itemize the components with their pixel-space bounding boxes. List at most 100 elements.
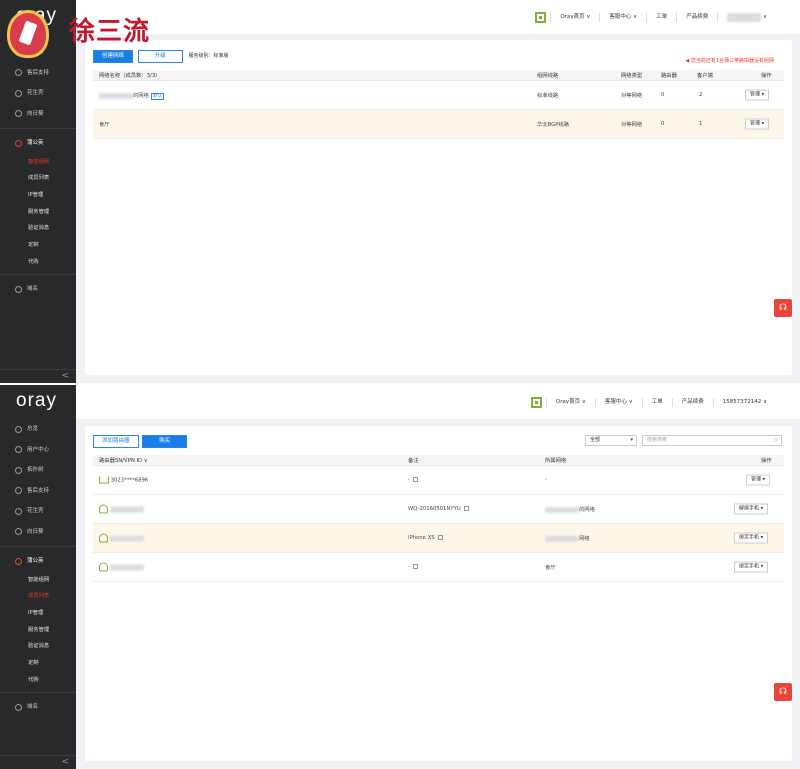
oray-home-link[interactable]: Oray首页 ∨ bbox=[545, 397, 595, 407]
sidebar-sub-ip[interactable]: IP管理 bbox=[0, 605, 76, 622]
topbar: Oray首页 ∨ 客服中心 ∨ 工单 产品续费 xxxxxxxx ∨ bbox=[76, 0, 800, 34]
search-icon[interactable]: ○ bbox=[774, 436, 778, 445]
sidebar-sub-smart-network[interactable]: 智能组网 bbox=[0, 572, 76, 589]
sidebar-item-phddns[interactable]: 花生壳 bbox=[0, 501, 76, 522]
divider bbox=[0, 274, 76, 276]
divider bbox=[0, 692, 76, 694]
headset-icon[interactable]: ☊ bbox=[774, 683, 792, 701]
sidebar-sub-custom[interactable]: 定制 bbox=[0, 237, 76, 254]
filter-select[interactable]: 全部 ▾ bbox=[585, 435, 637, 446]
pgy-icon bbox=[15, 139, 22, 147]
sidebar-sub-verify[interactable]: 验证消息 bbox=[0, 220, 76, 237]
members-panel: 添加路由器 购买 全部 ▾ 搜索搜索 ○ 路由器SN/VPN ID ∨ 备注 所属网… bbox=[85, 426, 792, 761]
pgy-icon bbox=[15, 557, 22, 565]
renew-link[interactable]: 产品续费 bbox=[671, 397, 713, 407]
sidebar-sub-members[interactable]: 成员列表 bbox=[0, 170, 76, 187]
peanut-icon bbox=[15, 507, 22, 515]
headset-icon[interactable]: ☊ bbox=[774, 299, 792, 317]
sidebar-group-pgy[interactable]: 蒲公英 bbox=[0, 551, 76, 572]
sidebar: oray 总览 用户中心 拓扑树 售后支持 花生壳 向日葵 蒲公英 智能组网 成… bbox=[0, 385, 76, 769]
sunflower-icon bbox=[15, 110, 22, 118]
sidebar-sub-purchase[interactable]: 代购 bbox=[0, 672, 76, 689]
account-menu[interactable]: xxxxxxxx ∨ bbox=[717, 12, 776, 22]
sidebar-sub-purchase[interactable]: 代购 bbox=[0, 254, 76, 271]
edit-icon[interactable] bbox=[437, 535, 443, 540]
collapse-sidebar-button[interactable]: < bbox=[0, 755, 76, 769]
network-table: 网络名称（成员数：3/3） 组网线路 网络类型 路由器 客户端 操作 xxxxx… bbox=[93, 70, 784, 139]
oray-logo: oray bbox=[16, 390, 57, 411]
table-header: 网络名称（成员数：3/3） 组网线路 网络类型 路由器 客户端 操作 bbox=[93, 70, 784, 81]
sidebar-item-overview[interactable]: 总览 bbox=[0, 419, 76, 440]
user-icon bbox=[99, 562, 108, 572]
service-center-link[interactable]: 客服中心 ∨ bbox=[594, 397, 642, 407]
table-header: 路由器SN/VPN ID ∨ 备注 所属网络 操作 bbox=[93, 455, 784, 466]
edit-icon[interactable] bbox=[412, 477, 418, 482]
sidebar-item-phddns[interactable]: 花生壳 bbox=[0, 83, 76, 104]
table-row[interactable]: xxxxx - 食厅 绑定手机 ▾ bbox=[93, 553, 784, 582]
sidebar-group-pgy[interactable]: 蒲公英 bbox=[0, 133, 76, 154]
collapse-sidebar-button[interactable]: < bbox=[0, 369, 76, 383]
bind-phone-button[interactable]: 绑定手机 ▾ bbox=[734, 532, 769, 544]
pencil-shield-icon bbox=[7, 10, 49, 58]
sunflower-icon bbox=[15, 528, 22, 536]
peanut-icon bbox=[15, 89, 22, 97]
ticket-link[interactable]: 工单 bbox=[641, 397, 672, 407]
domain-icon bbox=[15, 286, 22, 294]
sidebar-item-sunlogin[interactable]: 向日葵 bbox=[0, 522, 76, 543]
sidebar-sub-smart-network[interactable]: 智能组网 bbox=[0, 154, 76, 171]
sidebar-item-user-center[interactable]: 用户中心 bbox=[0, 440, 76, 461]
caret-down-icon: ▾ bbox=[630, 437, 633, 443]
sidebar-sub-custom[interactable]: 定制 bbox=[0, 655, 76, 672]
sidebar-sub-service[interactable]: 服务管理 bbox=[0, 204, 76, 221]
edit-icon[interactable] bbox=[463, 506, 469, 511]
table-row[interactable]: xxxxx WQ-20160501NYYU xxxxx的网络 解绑手机 ▾ bbox=[93, 495, 784, 524]
service-level: 服务级别：标准版 bbox=[188, 53, 229, 59]
manage-button[interactable]: 管理 ▾ bbox=[746, 474, 771, 486]
sidebar-item-domain[interactable]: 域名 bbox=[0, 697, 76, 718]
sidebar-item-domain[interactable]: 域名 bbox=[0, 279, 76, 300]
buy-button[interactable]: 购买 bbox=[142, 435, 188, 448]
manage-button[interactable]: 管理 ▾ bbox=[745, 118, 770, 130]
sidebar-sub-verify[interactable]: 验证消息 bbox=[0, 638, 76, 655]
router-icon bbox=[99, 476, 109, 484]
renew-link[interactable]: 产品续费 bbox=[676, 12, 717, 22]
router-notice[interactable]: ◀ 您当前还有1台蒲公英路由器没有组网 bbox=[685, 57, 774, 64]
grid-icon bbox=[15, 425, 22, 433]
default-badge: 默认 bbox=[150, 93, 165, 100]
sidebar-item-topology[interactable]: 拓扑树 bbox=[0, 460, 76, 481]
manage-button[interactable]: 管理 ▾ bbox=[745, 89, 770, 101]
bind-phone-button[interactable]: 绑定手机 ▾ bbox=[734, 561, 769, 573]
table-row[interactable]: 3023****6896 - - 管理 ▾ bbox=[93, 466, 784, 495]
sidebar-item-support[interactable]: 售后支持 bbox=[0, 63, 76, 84]
qr-code-icon[interactable] bbox=[530, 396, 542, 408]
qr-code-icon[interactable] bbox=[535, 11, 547, 23]
panel-toolbar: 添加路由器 购买 bbox=[93, 435, 188, 448]
sidebar-item-sunlogin[interactable]: 向日葵 bbox=[0, 104, 76, 125]
sidebar-item-support[interactable]: 售后支持 bbox=[0, 481, 76, 502]
topbar: Oray首页 ∨ 客服中心 ∨ 工单 产品续费 15857372142 ∨ bbox=[76, 385, 800, 419]
support-icon bbox=[15, 69, 22, 77]
table-row[interactable]: xxxxx的网络默认 标准线路 对等网络 0 2 管理 ▾ bbox=[93, 81, 784, 110]
add-router-button[interactable]: 添加路由器 bbox=[93, 435, 139, 448]
user-icon bbox=[99, 504, 108, 514]
members-table: 路由器SN/VPN ID ∨ 备注 所属网络 操作 3023****6896 -… bbox=[93, 455, 784, 582]
divider bbox=[0, 546, 76, 547]
promo-watermark: 徐三流 bbox=[3, 5, 163, 61]
promo-text: 徐三流 bbox=[69, 17, 151, 47]
search-input[interactable]: 搜索搜索 ○ bbox=[642, 435, 782, 446]
unbind-phone-button[interactable]: 解绑手机 ▾ bbox=[734, 503, 769, 515]
support-icon bbox=[15, 487, 22, 495]
oray-home-link[interactable]: Oray首页 ∨ bbox=[550, 12, 599, 22]
network-panel: 创建网络 升级 服务级别：标准版 ◀ 您当前还有1台蒲公英路由器没有组网 网络名… bbox=[85, 40, 792, 375]
table-row[interactable]: xxxxx iPhone XS xxxxx网络 绑定手机 ▾ bbox=[93, 524, 784, 553]
ticket-link[interactable]: 工单 bbox=[646, 12, 676, 22]
sidebar-sub-service[interactable]: 服务管理 bbox=[0, 622, 76, 639]
table-row[interactable]: 食厅 华北BGP线路 对等网络 0 1 管理 ▾ bbox=[93, 110, 784, 139]
account-menu[interactable]: 15857372142 ∨ bbox=[712, 397, 776, 407]
network-screenshot: oray 拓扑树 售后支持 花生壳 向日葵 蒲公英 智能组网 成员列表 IP管理… bbox=[0, 0, 800, 383]
edit-icon[interactable] bbox=[412, 564, 418, 569]
service-center-link[interactable]: 客服中心 ∨ bbox=[599, 12, 646, 22]
sort-sn-header[interactable]: 路由器SN/VPN ID ∨ bbox=[99, 456, 148, 464]
sidebar-sub-members[interactable]: 成员列表 bbox=[0, 588, 76, 605]
sidebar-sub-ip[interactable]: IP管理 bbox=[0, 187, 76, 204]
